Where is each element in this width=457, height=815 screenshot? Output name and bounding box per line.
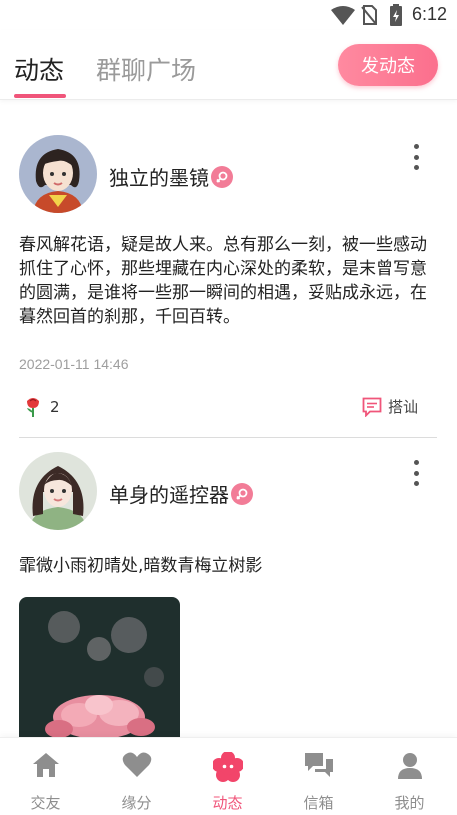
top-tab-bar: 动态 群聊广场 发动态 (0, 30, 457, 100)
heart-icon (122, 752, 151, 777)
avatar[interactable] (19, 135, 97, 213)
chat-up-button[interactable]: 搭讪 (362, 396, 418, 417)
tab-moments[interactable]: 动态 (14, 51, 64, 87)
chat-up-label: 搭讪 (388, 398, 419, 416)
more-options-icon[interactable] (406, 460, 426, 486)
profile-icon (397, 753, 422, 779)
wifi-icon (331, 6, 355, 25)
nav-profile[interactable]: 我的 (364, 738, 455, 815)
clock: 6:12 (412, 4, 448, 24)
status-bar: 6:12 (0, 0, 457, 30)
username-text: 单身的遥控器 (109, 483, 229, 507)
no-sim-icon (361, 5, 377, 25)
nav-friends[interactable]: 交友 (0, 738, 91, 815)
active-tab-indicator (14, 94, 66, 98)
nav-label: 缘分 (121, 794, 152, 812)
nav-mailbox[interactable]: 信箱 (273, 738, 364, 815)
flower-icon (212, 752, 243, 782)
battery-icon (390, 4, 402, 26)
post-content: 霏微小雨初晴处,暗数青梅立树影 (19, 556, 263, 576)
home-icon (32, 753, 59, 777)
post-card: 独立的墨镜 春风解花语，疑是故人来。总有那么一刻，被一些感动抓住了心怀，那些埋藏… (0, 100, 457, 440)
post-time: 2022-01-11 14:46 (19, 356, 129, 372)
nav-label: 我的 (394, 794, 425, 812)
more-options-icon[interactable] (406, 144, 426, 170)
divider (19, 437, 437, 438)
message-icon (362, 397, 382, 417)
bottom-navigation: 交友 缘分 动态 信箱 我的 (0, 737, 457, 815)
post-content: 春风解花语，疑是故人来。总有那么一刻，被一些感动抓住了心怀，那些埋藏在内心深处的… (19, 235, 427, 327)
nav-fate[interactable]: 缘分 (91, 738, 182, 815)
avatar[interactable] (19, 452, 97, 530)
messages-icon (304, 753, 333, 777)
post-card: 单身的遥控器 霏微小雨初晴处,暗数青梅立树影 (0, 440, 457, 737)
nav-label: 信箱 (303, 794, 334, 812)
username[interactable]: 独立的墨镜 (109, 162, 233, 191)
nav-label: 动态 (212, 794, 243, 812)
female-icon (231, 482, 253, 505)
username[interactable]: 单身的遥控器 (109, 479, 253, 508)
post-image[interactable] (19, 597, 180, 737)
female-icon (211, 165, 233, 188)
nav-label: 交友 (30, 794, 61, 812)
like-button[interactable]: 2 (24, 396, 60, 418)
tab-group-chat-plaza[interactable]: 群聊广场 (96, 51, 196, 87)
rose-icon (27, 398, 39, 417)
nav-moments[interactable]: 动态 (182, 738, 273, 815)
username-text: 独立的墨镜 (109, 166, 209, 190)
like-count: 2 (50, 398, 60, 416)
post-moment-button[interactable]: 发动态 (338, 44, 438, 86)
